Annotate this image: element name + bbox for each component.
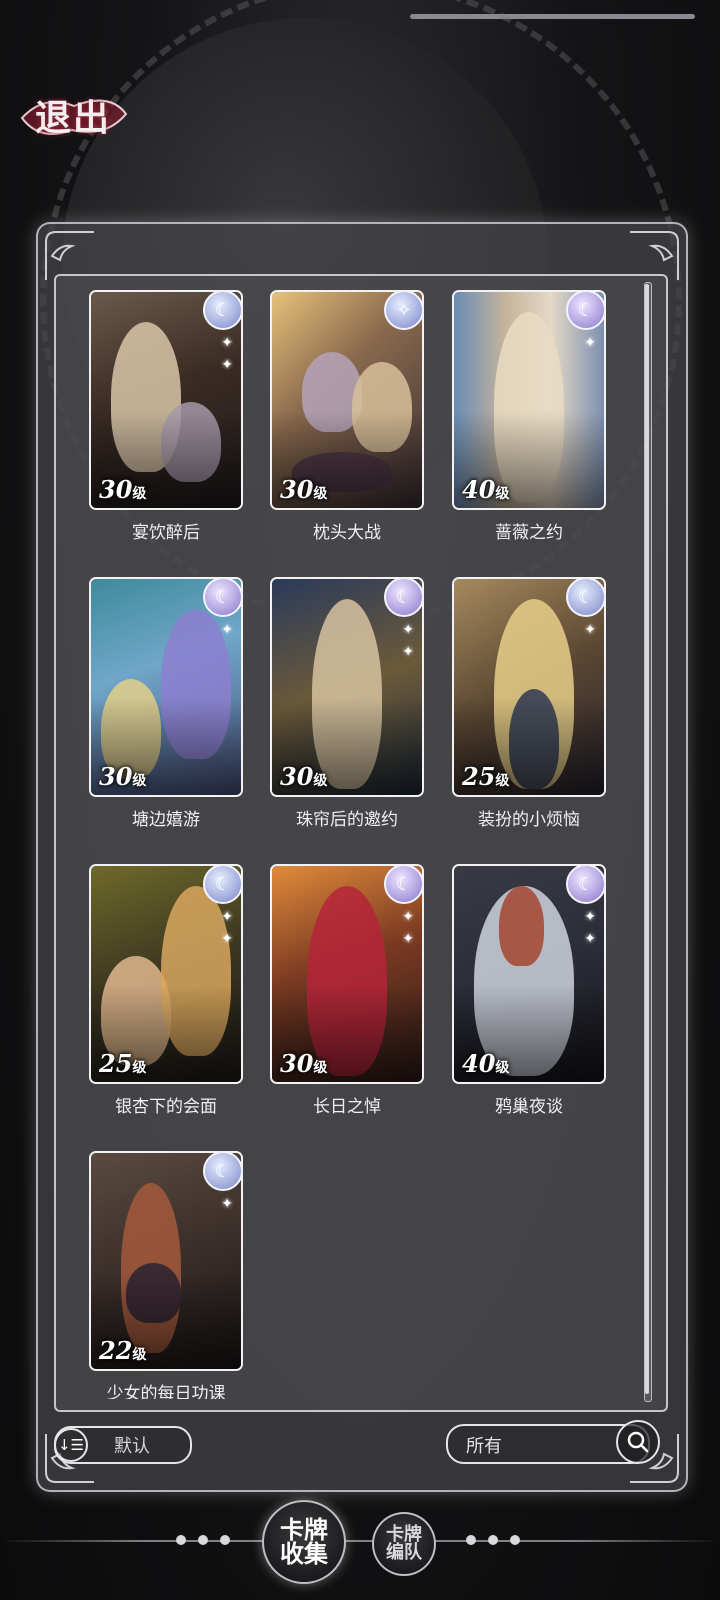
card-level: 30级 [280, 1049, 328, 1078]
card-level: 22级 [99, 1336, 147, 1365]
back-button[interactable]: 退出 [14, 88, 132, 142]
card-item[interactable]: ☾ ✦ ✦ 25级 银杏下的会面 [89, 864, 243, 1117]
moon-badge-icon: ✧ [384, 292, 422, 330]
card-name: 枕头大战 [313, 523, 381, 543]
bottom-nav-rail [0, 1540, 720, 1542]
moon-badge-icon: ☾ [566, 579, 604, 617]
sort-button[interactable]: ↓☰ 默认 [54, 1426, 192, 1464]
card-name: 鸦巢夜谈 [495, 1097, 563, 1117]
star-rank-icon: ✦ ✦ [584, 909, 596, 947]
card-level: 25级 [99, 1049, 147, 1078]
card-name: 银杏下的会面 [115, 1097, 217, 1117]
scrollbar-thumb[interactable] [645, 284, 649, 1394]
star-rank-icon: ✦ ✦ [221, 335, 233, 373]
moon-badge-icon: ☾ [203, 1153, 241, 1191]
card-art[interactable]: ☾ ✦ ✦ 40级 [452, 864, 606, 1084]
card-name: 长日之悼 [313, 1097, 381, 1117]
card-name: 珠帘后的邀约 [296, 810, 398, 830]
moon-badge-icon: ☾ [203, 866, 241, 904]
search-icon [627, 1431, 649, 1453]
card-item[interactable]: ✧ 30级 枕头大战 [270, 290, 424, 543]
moon-badge-icon: ☾ [384, 866, 422, 904]
card-level: 40级 [462, 475, 510, 504]
card-art[interactable]: ☾ ✦ 25级 [452, 577, 606, 797]
card-level: 30级 [280, 475, 328, 504]
card-name: 宴饮醉后 [132, 523, 200, 543]
rail-dot [198, 1535, 208, 1545]
star-rank-icon: ✦ [221, 1196, 233, 1212]
rail-dot [510, 1535, 520, 1545]
card-level: 30级 [99, 762, 147, 791]
card-level: 30级 [99, 475, 147, 504]
card-art[interactable]: ✧ 30级 [270, 290, 424, 510]
moon-badge-icon: ☾ [566, 292, 604, 330]
card-level: 30级 [280, 762, 328, 791]
star-rank-icon: ✦ ✦ [221, 909, 233, 947]
card-art[interactable]: ☾ ✦ 30级 [89, 577, 243, 797]
card-formation-tab[interactable]: 卡牌编队 [372, 1512, 436, 1576]
card-item[interactable]: ☾ ✦ ✦ 40级 鸦巢夜谈 [452, 864, 606, 1117]
star-rank-icon: ✦ ✦ [402, 909, 414, 947]
card-art[interactable]: ☾ ✦ ✦ 25级 [89, 864, 243, 1084]
card-item[interactable]: ☾ ✦ ✦ 30级 长日之悼 [270, 864, 424, 1117]
card-level: 40级 [462, 1049, 510, 1078]
card-level: 25级 [462, 762, 510, 791]
card-name: 少女的每日功课 [106, 1384, 226, 1399]
card-art[interactable]: ☾ ✦ 40级 [452, 290, 606, 510]
star-rank-icon: ✦ [584, 622, 596, 638]
card-item[interactable]: ☾ ✦ 22级 少女的每日功课 [89, 1151, 243, 1399]
filter-label: 所有 [466, 1436, 502, 1457]
card-name: 装扮的小烦恼 [478, 810, 580, 830]
card-collection-tab[interactable]: 卡牌收集 [262, 1500, 346, 1584]
search-button[interactable] [616, 1420, 660, 1464]
card-art[interactable]: ☾ ✦ ✦ 30级 [89, 290, 243, 510]
moon-badge-icon: ☾ [384, 579, 422, 617]
card-name: 蔷薇之约 [495, 523, 563, 543]
card-name: 塘边嬉游 [132, 810, 200, 830]
star-rank-icon: ✦ [221, 622, 233, 638]
card-item[interactable]: ☾ ✦ 25级 装扮的小烦恼 [452, 577, 606, 830]
card-item[interactable]: ☾ ✦ ✦ 30级 宴饮醉后 [89, 290, 243, 543]
card-item[interactable]: ☾ ✦ 30级 塘边嬉游 [89, 577, 243, 830]
rail-dot [488, 1535, 498, 1545]
card-formation-label: 卡牌编队 [386, 1524, 422, 1563]
rail-dot [466, 1535, 476, 1545]
card-item[interactable]: ☾ ✦ ✦ 30级 珠帘后的邀约 [270, 577, 424, 830]
sort-list-icon: ↓☰ [54, 1428, 88, 1462]
card-art[interactable]: ☾ ✦ 22级 [89, 1151, 243, 1371]
rail-dot [220, 1535, 230, 1545]
rail-dot [176, 1535, 186, 1545]
moon-badge-icon: ☾ [566, 866, 604, 904]
star-rank-icon: ✦ [584, 335, 596, 351]
card-art[interactable]: ☾ ✦ ✦ 30级 [270, 864, 424, 1084]
card-collection-label: 卡牌收集 [280, 1515, 328, 1568]
sort-label: 默认 [114, 1436, 150, 1457]
card-item[interactable]: ☾ ✦ 40级 蔷薇之约 [452, 290, 606, 543]
moon-badge-icon: ☾ [203, 292, 241, 330]
moon-badge-icon: ☾ [203, 579, 241, 617]
star-rank-icon: ✦ ✦ [402, 622, 414, 660]
card-art[interactable]: ☾ ✦ ✦ 30级 [270, 577, 424, 797]
back-label: 退出 [34, 97, 111, 139]
